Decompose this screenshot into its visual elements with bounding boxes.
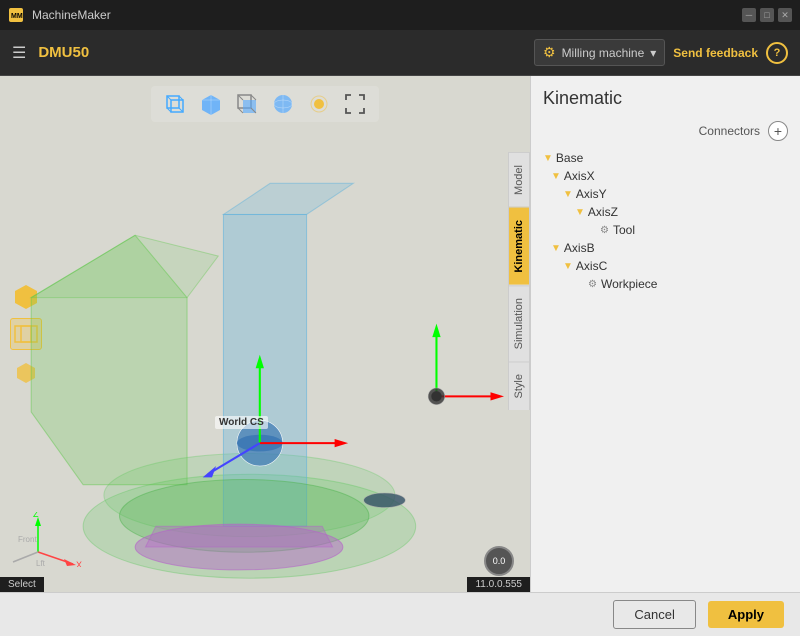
svg-text:Z: Z bbox=[33, 512, 39, 519]
tree-item-axisz[interactable]: ▼ AxisZ bbox=[543, 203, 788, 221]
apply-button[interactable]: Apply bbox=[708, 601, 784, 628]
tab-model[interactable]: Model bbox=[509, 152, 529, 207]
corner-axes: Z X Lft Front bbox=[8, 512, 88, 572]
tab-style[interactable]: Style bbox=[509, 361, 529, 410]
svg-text:Front: Front bbox=[18, 535, 37, 544]
tree-item-axisb[interactable]: ▼ AxisB bbox=[543, 239, 788, 257]
tree-item-axisc[interactable]: ▼ AxisC bbox=[543, 257, 788, 275]
app-title: MachineMaker bbox=[32, 8, 111, 22]
connectors-label: Connectors bbox=[699, 124, 760, 138]
version-label: 11.0.0.555 bbox=[467, 577, 530, 592]
add-connector-button[interactable]: + bbox=[768, 121, 788, 141]
app-icon: MM bbox=[8, 7, 24, 23]
main-toolbar: ☰ DMU50 ⚙ Milling machine ▾ Send feedbac… bbox=[0, 30, 800, 76]
menu-button[interactable]: ☰ bbox=[12, 43, 26, 63]
cancel-button[interactable]: Cancel bbox=[613, 600, 695, 629]
viewport[interactable]: World CS Z X Lft Front 0.0 Select bbox=[0, 76, 530, 592]
minimize-button[interactable]: ─ bbox=[742, 8, 756, 22]
close-button[interactable]: ✕ bbox=[778, 8, 792, 22]
titlebar: MM MachineMaker ─ □ ✕ bbox=[0, 0, 800, 30]
svg-text:MM: MM bbox=[11, 13, 23, 20]
tree-item-workpiece[interactable]: ⚙ Workpiece bbox=[543, 275, 788, 293]
svg-text:X: X bbox=[76, 560, 82, 567]
speed-indicator: 0.0 bbox=[484, 546, 514, 576]
maximize-button[interactable]: □ bbox=[760, 8, 774, 22]
kinematic-title: Kinematic bbox=[543, 88, 788, 109]
help-button[interactable]: ? bbox=[766, 42, 788, 64]
tab-simulation[interactable]: Simulation bbox=[509, 285, 529, 361]
machine-name: DMU50 bbox=[38, 44, 89, 61]
select-status: Select bbox=[0, 577, 44, 592]
tool-icon: ⚙ bbox=[600, 225, 609, 236]
tree-item-axisy[interactable]: ▼ AxisY bbox=[543, 185, 788, 203]
vertical-tabs: Model Kinematic Simulation Style bbox=[508, 152, 530, 410]
chevron-down-icon: ▾ bbox=[650, 46, 656, 60]
workpiece-icon: ⚙ bbox=[588, 279, 597, 290]
world-cs-label: World CS bbox=[215, 416, 268, 429]
send-feedback-button[interactable]: Send feedback bbox=[673, 46, 758, 60]
tree-item-axisx[interactable]: ▼ AxisX bbox=[543, 167, 788, 185]
kinematic-tree: ▼ Base ▼ AxisX ▼ AxisY ▼ AxisZ bbox=[543, 149, 788, 293]
machine-type-selector[interactable]: ⚙ Milling machine ▾ bbox=[534, 39, 665, 66]
bottom-bar: Cancel Apply bbox=[0, 592, 800, 636]
machine-icon: ⚙ bbox=[543, 44, 556, 61]
tree-item-base[interactable]: ▼ Base bbox=[543, 149, 788, 167]
machine-type-label: Milling machine bbox=[562, 46, 645, 60]
tab-kinematic[interactable]: Kinematic bbox=[509, 207, 529, 285]
svg-text:Lft: Lft bbox=[36, 559, 46, 567]
tree-item-tool[interactable]: ⚙ Tool bbox=[543, 221, 788, 239]
right-panel: Kinematic Connectors + ▼ Base ▼ AxisX bbox=[530, 76, 800, 592]
